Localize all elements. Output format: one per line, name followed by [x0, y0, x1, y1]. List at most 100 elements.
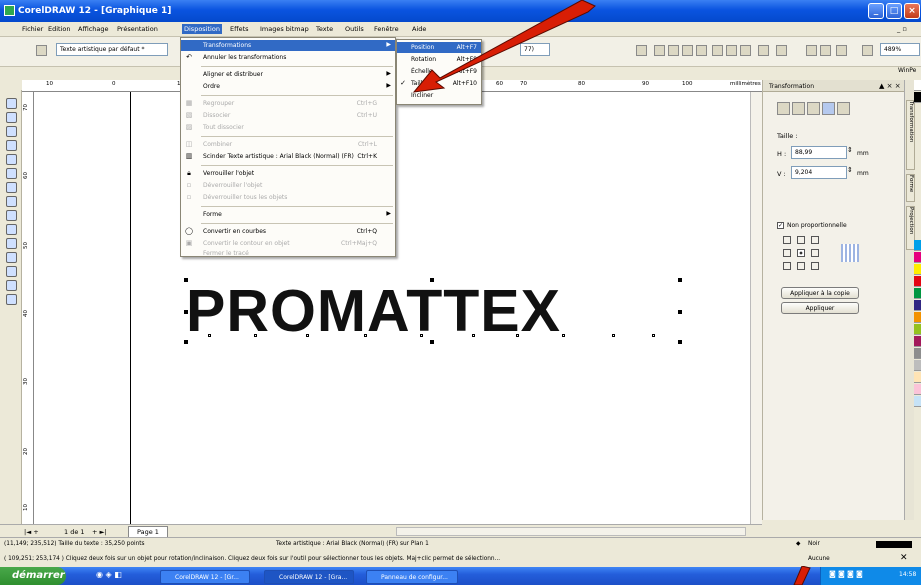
- selection-handle-tc[interactable]: [430, 278, 434, 282]
- non-proportional-checkbox[interactable]: ✓: [777, 222, 784, 229]
- v-size-input[interactable]: 9,204: [791, 166, 847, 179]
- swatch-lightblue[interactable]: [914, 396, 921, 407]
- menu-item-aligner[interactable]: Aligner et distribuer ▶: [181, 69, 395, 80]
- text-node[interactable]: [306, 334, 309, 337]
- interactive-blend-tool-icon[interactable]: [6, 252, 17, 263]
- menu-item-annuler-transformations[interactable]: ↶ Annuler les transformations: [181, 52, 395, 63]
- paste-icon[interactable]: [740, 45, 751, 56]
- selection-handle-tl[interactable]: [184, 278, 188, 282]
- menu-outils[interactable]: Outils: [345, 25, 364, 33]
- rectangle-tool-icon[interactable]: [6, 182, 17, 193]
- swatch-lightgray[interactable]: [914, 360, 921, 371]
- menu-item-regrouper[interactable]: ▦ Regrouper Ctrl+G: [181, 98, 395, 109]
- apply-to-copy-button[interactable]: Appliquer à la copie: [781, 287, 859, 299]
- text-tool-icon[interactable]: [6, 238, 17, 249]
- fill-tool-icon[interactable]: [6, 294, 17, 305]
- swatch-magenta[interactable]: [914, 252, 921, 263]
- menu-item-forme[interactable]: Forme ▶: [181, 209, 395, 220]
- selection-handle-bl[interactable]: [184, 340, 188, 344]
- text-node[interactable]: [254, 334, 257, 337]
- page-tab[interactable]: Page 1: [128, 526, 168, 537]
- selection-handle-ml[interactable]: [184, 310, 188, 314]
- submenu-item-incliner[interactable]: Incliner: [397, 90, 481, 101]
- selection-handle-mr[interactable]: [678, 310, 682, 314]
- export-icon[interactable]: [820, 45, 831, 56]
- menu-item-dissocier[interactable]: ▧ Dissocier Ctrl+U: [181, 110, 395, 121]
- menu-images-bitmap[interactable]: Images bitmap: [260, 25, 309, 33]
- shape-tool-icon[interactable]: [6, 112, 17, 123]
- menu-item-ordre[interactable]: Ordre ▶: [181, 81, 395, 92]
- swatch-red[interactable]: [914, 276, 921, 287]
- zoom-icon[interactable]: [862, 45, 873, 56]
- toolbar-icon-1[interactable]: [636, 45, 647, 56]
- docker-close-icon[interactable]: ▲ × ×: [879, 82, 901, 90]
- swatch-orange[interactable]: [914, 312, 921, 323]
- swatch-white[interactable]: [914, 80, 921, 91]
- menu-item-scinder[interactable]: ▥ Scinder Texte artistique : Arial Black …: [181, 151, 395, 162]
- close-icon[interactable]: ×: [904, 3, 920, 19]
- scale-mode-icon[interactable]: [807, 102, 820, 115]
- zoom-tool-icon[interactable]: [6, 140, 17, 151]
- start-button[interactable]: démarrer: [0, 567, 66, 585]
- copy-icon[interactable]: [726, 45, 737, 56]
- smart-fill-tool-icon[interactable]: [6, 168, 17, 179]
- text-node[interactable]: [208, 334, 211, 337]
- menu-fenetre[interactable]: Fenêtre: [374, 25, 399, 33]
- anchor-point-grid[interactable]: [783, 236, 823, 272]
- import-icon[interactable]: [806, 45, 817, 56]
- position-mode-icon[interactable]: [777, 102, 790, 115]
- tray-icons[interactable]: ◙ ◙ ◙ ◙: [829, 570, 863, 578]
- undo-icon[interactable]: [758, 45, 769, 56]
- selection-handle-bc[interactable]: [430, 340, 434, 344]
- horizontal-scrollbar[interactable]: [396, 527, 746, 536]
- menu-disposition[interactable]: Disposition: [182, 24, 222, 34]
- text-node[interactable]: [612, 334, 615, 337]
- submenu-item-echelle[interactable]: Échelle Alt+F9: [397, 66, 481, 77]
- zoom-combo[interactable]: 489%: [880, 43, 920, 56]
- h-spinner-icon[interactable]: ⇕: [847, 146, 853, 154]
- menu-presentation[interactable]: Présentation: [117, 25, 158, 33]
- text-node[interactable]: [472, 334, 475, 337]
- text-node[interactable]: [652, 334, 655, 337]
- text-node[interactable]: [516, 334, 519, 337]
- rotation-mode-icon[interactable]: [792, 102, 805, 115]
- h-size-input[interactable]: 88,99: [791, 146, 847, 159]
- swatch-cream[interactable]: [914, 372, 921, 383]
- task-coreldraw-2[interactable]: CorelDRAW 12 - [Gra...: [264, 570, 354, 584]
- menu-item-deverrouiller-tous[interactable]: ▫ Déverrouiller tous les objets: [181, 192, 395, 203]
- text-style-combo[interactable]: Texte artistique par défaut *: [56, 43, 168, 56]
- text-node[interactable]: [420, 334, 423, 337]
- outline-tool-icon[interactable]: [6, 280, 17, 291]
- v-spinner-icon[interactable]: ⇕: [847, 166, 853, 174]
- promattex-text-object[interactable]: PROMATTEX: [186, 282, 561, 341]
- swatch-black[interactable]: [914, 92, 921, 103]
- menu-affichage[interactable]: Affichage: [78, 25, 109, 33]
- page-first-icon[interactable]: |◄ +: [24, 528, 39, 536]
- menu-item-convertir-courbes[interactable]: ◯ Convertir en courbes Ctrl+Q: [181, 226, 395, 237]
- swatch-pink[interactable]: [914, 384, 921, 395]
- skew-mode-icon[interactable]: [837, 102, 850, 115]
- eyedropper-tool-icon[interactable]: [6, 266, 17, 277]
- menu-edition[interactable]: Edition: [48, 25, 71, 33]
- size-mode-icon[interactable]: [822, 102, 835, 115]
- crop-tool-icon[interactable]: [6, 126, 17, 137]
- selection-handle-tr[interactable]: [678, 278, 682, 282]
- apply-button[interactable]: Appliquer: [781, 302, 859, 314]
- menu-item-fermer-trace[interactable]: Fermer le tracé: [181, 248, 395, 259]
- quicklaunch-icons[interactable]: ◉ ◈ ◧: [96, 570, 122, 579]
- swatch-purple[interactable]: [914, 336, 921, 347]
- pick-tool-icon[interactable]: [6, 98, 17, 109]
- menu-item-verrouiller[interactable]: 🔒︎ Verrouiller l'objet: [181, 168, 395, 179]
- minimize-icon[interactable]: _: [868, 3, 884, 19]
- freehand-tool-icon[interactable]: [6, 154, 17, 165]
- task-coreldraw-1[interactable]: CorelDRAW 12 - [Gr...: [160, 570, 250, 584]
- open-icon[interactable]: [668, 45, 679, 56]
- menu-item-deverrouiller[interactable]: ▫ Déverrouiller l'objet: [181, 180, 395, 191]
- ellipse-tool-icon[interactable]: [6, 196, 17, 207]
- swatch-lime[interactable]: [914, 324, 921, 335]
- task-control-panel[interactable]: Panneau de configur...: [366, 570, 458, 584]
- menu-item-transformations[interactable]: Transformations ▶: [181, 40, 395, 51]
- swatch-cyan[interactable]: [914, 240, 921, 251]
- cut-icon[interactable]: [712, 45, 723, 56]
- basic-shapes-tool-icon[interactable]: [6, 224, 17, 235]
